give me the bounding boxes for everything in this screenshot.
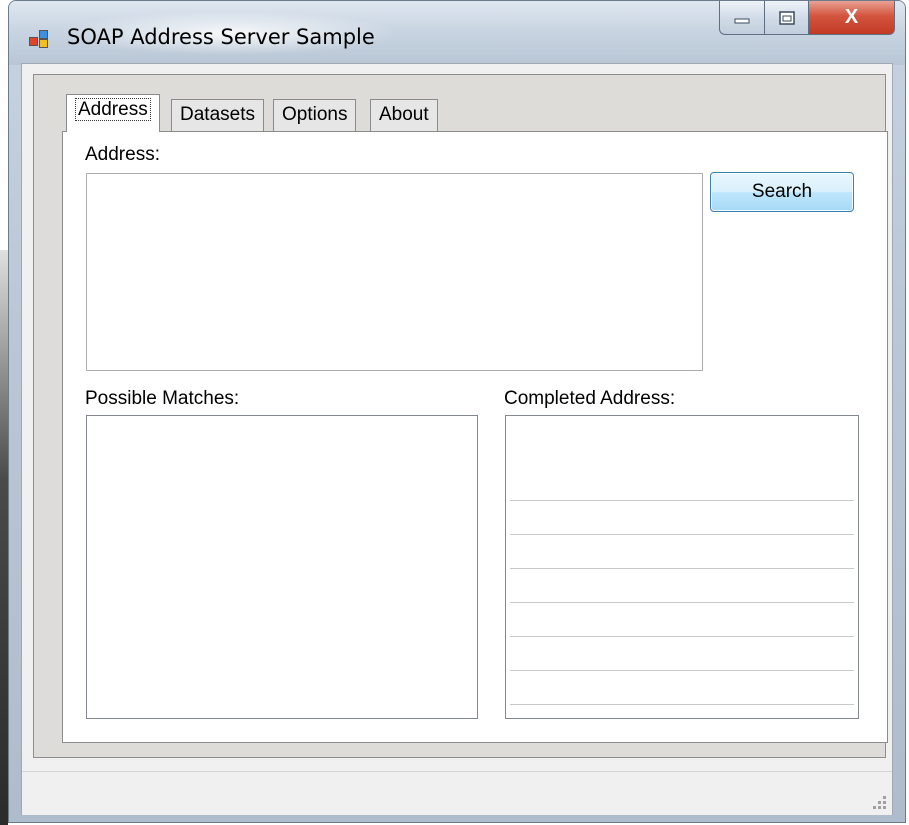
address-line[interactable]: [510, 534, 854, 535]
completed-address-label: Completed Address:: [504, 388, 676, 409]
address-label: Address:: [85, 144, 160, 165]
background-edge: [0, 250, 8, 825]
address-line[interactable]: [510, 704, 854, 705]
tab-label: Datasets: [180, 104, 255, 125]
caption-buttons: X: [719, 1, 895, 37]
tab-address[interactable]: Address: [66, 94, 160, 132]
tab-options[interactable]: Options: [273, 99, 357, 131]
address-input[interactable]: [86, 173, 703, 371]
search-button-label: Search: [751, 181, 813, 202]
app-icon[interactable]: [29, 30, 51, 52]
address-line[interactable]: [510, 636, 854, 637]
tab-about[interactable]: About: [370, 99, 438, 131]
address-tab-panel: Address: Search Possible Matches: Comple…: [62, 131, 888, 743]
app-window: SOAP Address Server Sample X Address Dat…: [8, 0, 906, 823]
title-bar[interactable]: SOAP Address Server Sample X: [9, 1, 905, 65]
maximize-icon: [778, 10, 795, 25]
minimize-button[interactable]: [719, 1, 765, 35]
minimize-icon: [734, 18, 750, 23]
close-button[interactable]: X: [809, 1, 895, 35]
address-line[interactable]: [510, 602, 854, 603]
address-line[interactable]: [510, 670, 854, 671]
client-area: Address Datasets Options About Address: …: [21, 63, 893, 815]
tab-label: Address: [75, 98, 151, 121]
resize-grip-icon[interactable]: [870, 793, 886, 809]
tab-label: Options: [282, 104, 348, 125]
maximize-button[interactable]: [765, 1, 809, 35]
status-bar: [22, 771, 892, 815]
address-line[interactable]: [510, 500, 854, 501]
completed-address-box[interactable]: [505, 415, 859, 719]
close-icon: X: [844, 6, 859, 28]
tab-label: About: [379, 104, 429, 125]
tab-datasets[interactable]: Datasets: [171, 99, 264, 131]
possible-matches-label: Possible Matches:: [85, 388, 240, 409]
search-button[interactable]: Search: [710, 172, 854, 212]
address-line[interactable]: [510, 568, 854, 569]
possible-matches-list[interactable]: [86, 415, 478, 719]
window-title: SOAP Address Server Sample: [67, 25, 375, 49]
